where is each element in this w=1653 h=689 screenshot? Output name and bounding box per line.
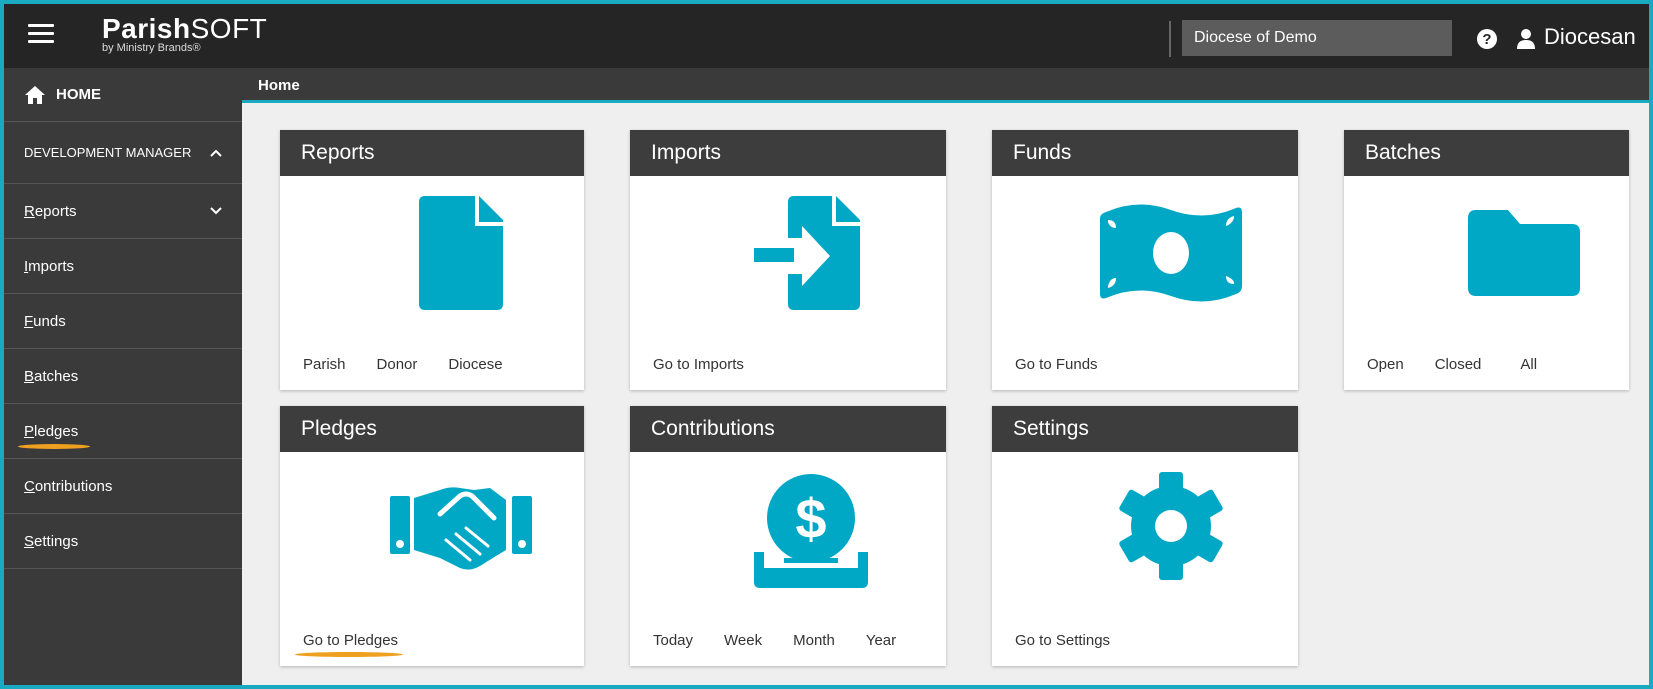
top-bar: ParishSOFT by Ministry Brands® Diocese o… (4, 4, 1649, 68)
link-parish[interactable]: Parish (303, 356, 346, 373)
card-title[interactable]: Funds (992, 130, 1298, 176)
logo[interactable]: ParishSOFT by Ministry Brands® (102, 14, 267, 55)
sidebar-item-settings[interactable]: Settings (4, 514, 242, 569)
card-title[interactable]: Contributions (630, 406, 946, 452)
link-week[interactable]: Week (724, 632, 762, 649)
link-go-to-pledges[interactable]: Go to Pledges (303, 632, 398, 649)
highlight-mark (18, 444, 90, 449)
sidebar-home-label: HOME (56, 86, 101, 103)
link-go-to-settings[interactable]: Go to Settings (1015, 632, 1110, 649)
folder-icon[interactable] (1468, 210, 1580, 296)
sidebar-item-label: Imports (24, 257, 75, 275)
user-icon[interactable] (1516, 28, 1536, 50)
svg-text:?: ? (1482, 31, 1491, 48)
sidebar-item-label: Pledges (24, 422, 79, 440)
sidebar-item-label: Settings (24, 532, 79, 550)
link-go-to-imports[interactable]: Go to Imports (653, 356, 744, 373)
sidebar-item-label: Contributions (24, 477, 113, 495)
sidebar-item-label: Reports (24, 202, 77, 220)
card-links: Today Week Month Year (653, 632, 927, 649)
app-frame: ParishSOFT by Ministry Brands® Diocese o… (4, 4, 1649, 685)
chevron-up-icon (210, 149, 222, 157)
sidebar-item-reports[interactable]: Reports (4, 184, 242, 239)
sidebar-item-contributions[interactable]: Contributions (4, 459, 242, 514)
sidebar-item-funds[interactable]: Funds (4, 294, 242, 349)
link-closed[interactable]: Closed (1435, 356, 1482, 373)
sidebar-item-home[interactable]: HOME (4, 68, 242, 122)
chevron-down-icon (210, 207, 222, 215)
card-title[interactable]: Reports (280, 130, 584, 176)
sidebar: HOME DEVELOPMENT MANAGER Reports Imports… (4, 68, 242, 685)
card-links: Go to Pledges (295, 632, 429, 657)
handshake-icon[interactable] (390, 484, 532, 572)
card-links: Open Closed All (1367, 356, 1568, 373)
card-links: Go to Settings (1015, 632, 1141, 649)
card-batches: Batches Open Closed All (1344, 130, 1629, 390)
breadcrumb-home[interactable]: Home (258, 77, 300, 94)
home-icon (25, 85, 45, 104)
svg-text:$: $ (795, 487, 826, 550)
donate-icon[interactable]: $ (754, 472, 868, 588)
diocese-selector[interactable]: Diocese of Demo (1182, 20, 1452, 56)
link-donor[interactable]: Donor (377, 356, 418, 373)
sidebar-item-label: Funds (24, 312, 66, 330)
card-pledges: Pledges Go to Pledges (280, 406, 584, 666)
link-today[interactable]: Today (653, 632, 693, 649)
help-icon[interactable]: ? (1476, 28, 1498, 50)
link-go-to-funds[interactable]: Go to Funds (1015, 356, 1098, 373)
card-title[interactable]: Settings (992, 406, 1298, 452)
card-title[interactable]: Pledges (280, 406, 584, 452)
highlight-mark (295, 652, 403, 657)
document-icon[interactable] (419, 196, 505, 310)
card-contributions: Contributions $ Today Week Month Year (630, 406, 946, 666)
file-import-icon[interactable] (754, 196, 870, 310)
card-title[interactable]: Imports (630, 130, 946, 176)
user-name[interactable]: Diocesan (1544, 24, 1636, 50)
link-open[interactable]: Open (1367, 356, 1404, 373)
card-title[interactable]: Batches (1344, 130, 1629, 176)
breadcrumb: Home (242, 68, 1649, 103)
sidebar-item-batches[interactable]: Batches (4, 349, 242, 404)
card-imports: Imports Go to Imports (630, 130, 946, 390)
sidebar-group-development-manager[interactable]: DEVELOPMENT MANAGER (4, 122, 242, 184)
card-links: Go to Imports (653, 356, 775, 373)
card-links: Go to Funds (1015, 356, 1129, 373)
sidebar-item-label: Batches (24, 367, 79, 385)
money-bill-icon[interactable] (1100, 202, 1242, 304)
link-all[interactable]: All (1520, 356, 1537, 373)
card-funds: Funds Go to Funds (992, 130, 1298, 390)
link-diocese[interactable]: Diocese (448, 356, 502, 373)
sidebar-item-imports[interactable]: Imports (4, 239, 242, 294)
card-links: Parish Donor Diocese (303, 356, 534, 373)
card-reports: Reports Parish Donor Diocese (280, 130, 584, 390)
header-divider (1169, 21, 1171, 57)
sidebar-item-pledges[interactable]: Pledges (4, 404, 242, 459)
card-settings: Settings Go to Settings (992, 406, 1298, 666)
menu-icon[interactable] (28, 24, 54, 48)
gear-icon[interactable] (1118, 472, 1224, 580)
sidebar-group-label: DEVELOPMENT MANAGER (24, 145, 192, 160)
link-month[interactable]: Month (793, 632, 835, 649)
link-year[interactable]: Year (866, 632, 896, 649)
